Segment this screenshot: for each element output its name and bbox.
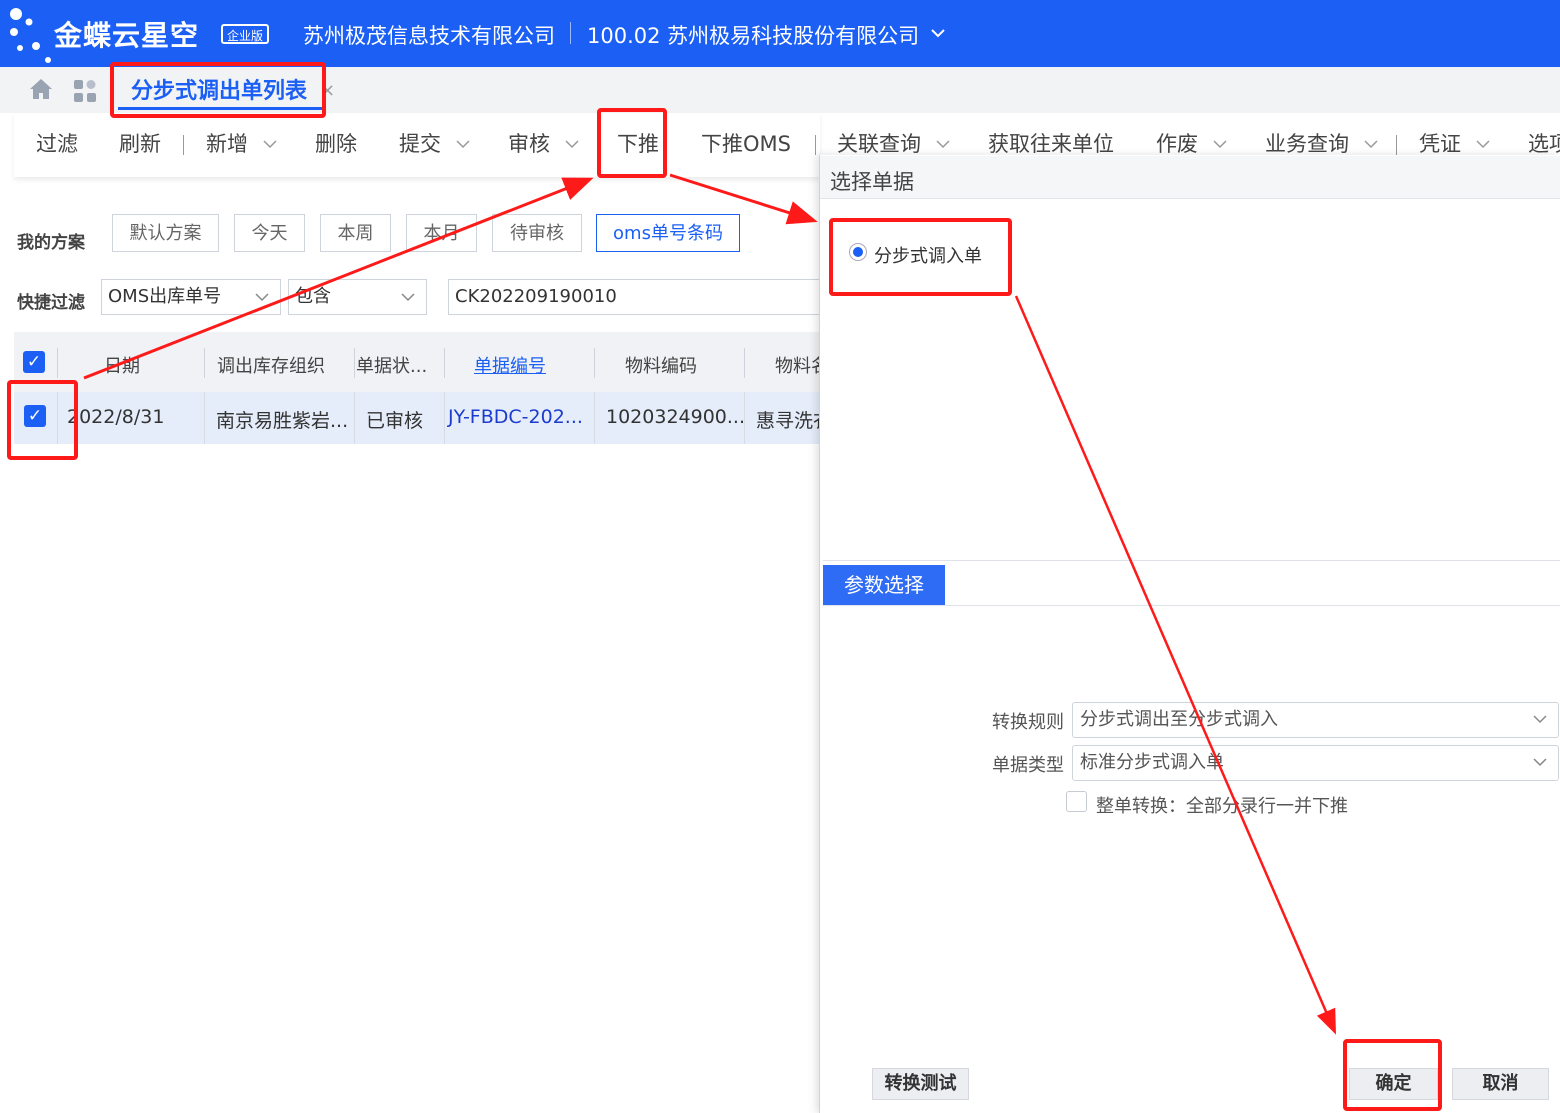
arrow-checkbox-to-push [83, 177, 594, 380]
arrow-push-to-dialog [669, 173, 818, 225]
arrow-radio-to-confirm [1014, 295, 1336, 1035]
annotation-arrows [83, 173, 1336, 1035]
